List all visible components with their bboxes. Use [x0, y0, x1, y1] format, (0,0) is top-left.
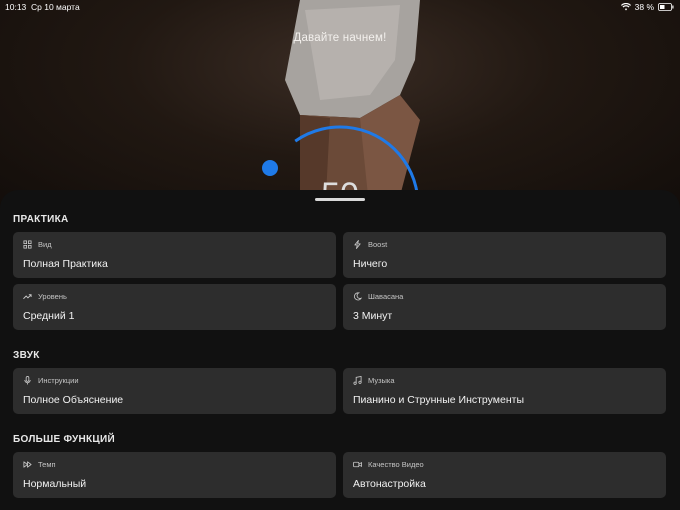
setting-label: Инструкции [38, 376, 79, 385]
setting-value: Полная Практика [23, 258, 108, 270]
section-title-sound: ЗВУК [13, 350, 40, 361]
setting-label: Шавасана [368, 292, 404, 301]
settings-sheet: ПРАКТИКА Вид Полная Практика Boost Ничег… [0, 190, 680, 510]
battery-percent: 38 % [634, 2, 654, 12]
battery-icon [658, 3, 674, 11]
setting-value: Автонастройка [353, 478, 426, 490]
setting-value: Средний 1 [23, 310, 75, 322]
setting-card-music[interactable]: Музыка Пианино и Струнные Инструменты [343, 368, 666, 414]
setting-value: 3 Минут [353, 310, 393, 322]
moon-icon [354, 292, 362, 301]
section-title-more-features: БОЛЬШЕ ФУНКЦИЙ [13, 434, 115, 445]
microphone-icon [24, 376, 31, 385]
setting-value: Нормальный [23, 478, 87, 490]
status-right: 38 % [620, 2, 674, 12]
sheet-grabber[interactable] [315, 198, 365, 201]
setting-value: Ничего [353, 258, 388, 270]
setting-card-boost[interactable]: Boost Ничего [343, 232, 666, 278]
video-camera-icon [353, 461, 362, 468]
lightning-icon [354, 240, 361, 249]
setting-label: Вид [38, 240, 52, 249]
setting-card-instructions[interactable]: Инструкции Полное Объяснение [13, 368, 336, 414]
setting-card-video-quality[interactable]: Качество Видео Автонастройка [343, 452, 666, 498]
hero-background: 10:13 Ср 10 марта 38 % Давайте начнем! 5… [0, 0, 680, 215]
setting-label: Качество Видео [368, 460, 424, 469]
setting-card-type[interactable]: Вид Полная Практика [13, 232, 336, 278]
grid-icon [23, 240, 32, 249]
setting-label: Уровень [38, 292, 67, 301]
wifi-icon [620, 3, 631, 11]
fast-forward-icon [23, 461, 32, 468]
setting-label: Boost [368, 240, 388, 249]
status-time: 10:13 Ср 10 марта [5, 2, 80, 12]
section-title-practice: ПРАКТИКА [13, 214, 69, 225]
setting-card-tempo[interactable]: Темп Нормальный [13, 452, 336, 498]
music-note-icon [353, 376, 362, 385]
status-bar: 10:13 Ср 10 марта 38 % [0, 0, 680, 13]
setting-card-savasana[interactable]: Шавасана 3 Минут [343, 284, 666, 330]
setting-label: Музыка [368, 376, 395, 385]
trend-up-icon [23, 294, 32, 300]
setting-value: Полное Объяснение [23, 394, 124, 406]
hero-title: Давайте начнем! [293, 32, 387, 44]
setting-label: Темп [38, 460, 56, 469]
setting-value: Пианино и Струнные Инструменты [353, 394, 524, 406]
setting-card-level[interactable]: Уровень Средний 1 [13, 284, 336, 330]
